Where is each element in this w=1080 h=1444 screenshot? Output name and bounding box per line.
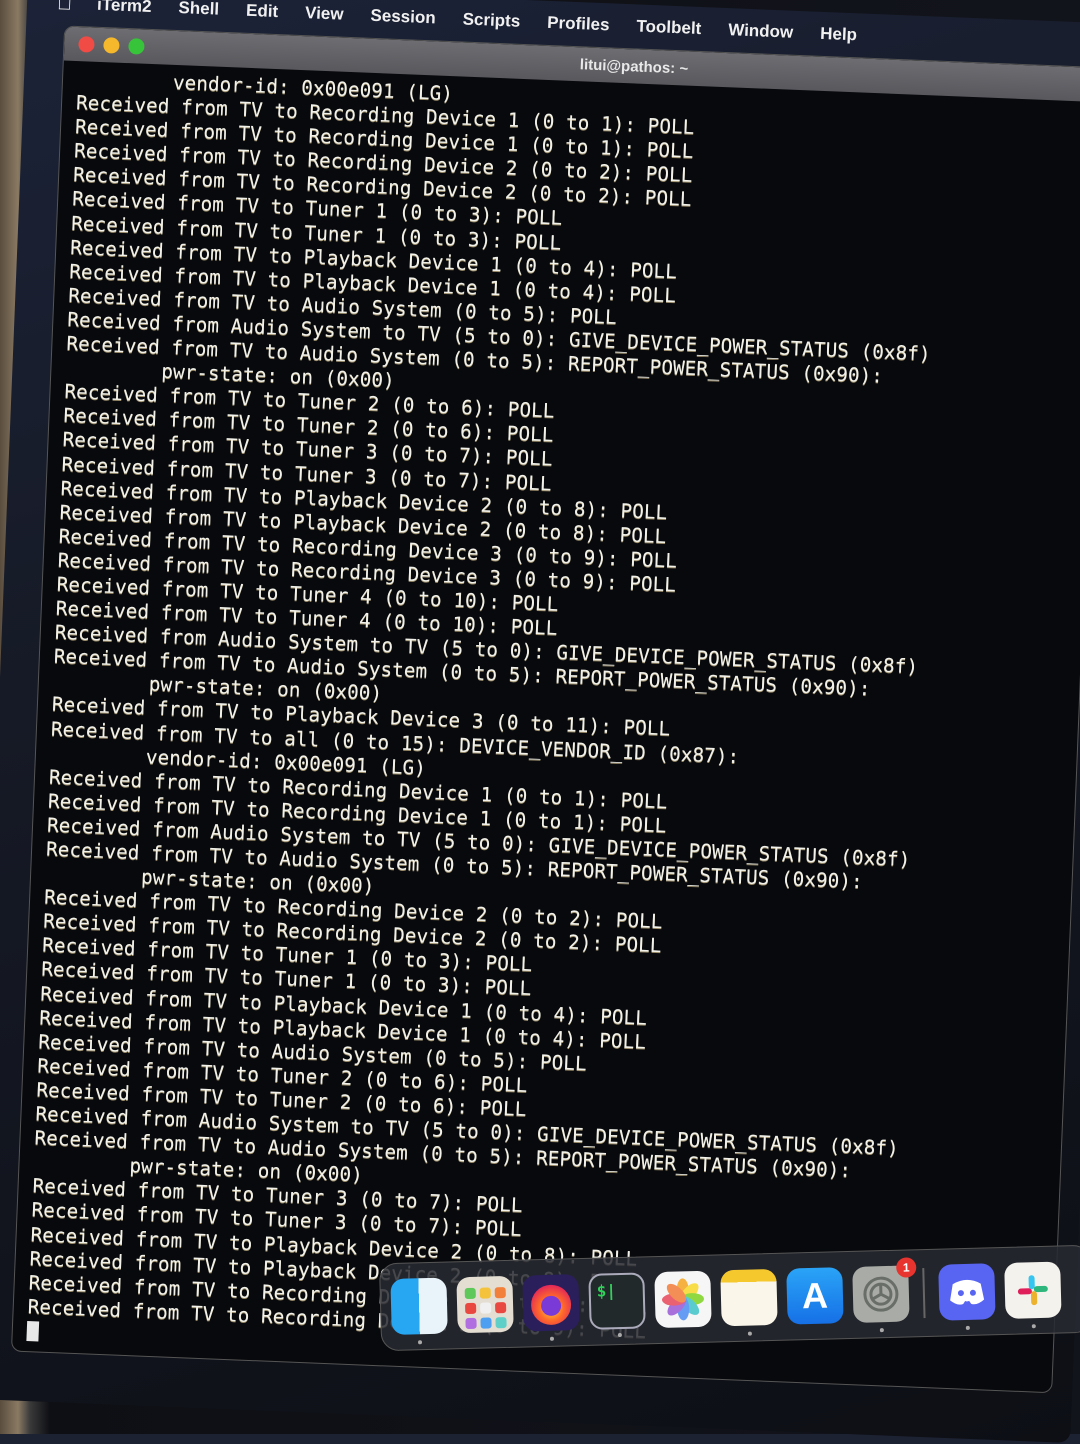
menu-item-edit[interactable]: Edit (246, 1, 279, 22)
menu-item-session[interactable]: Session (370, 6, 436, 29)
menu-item-app[interactable]: iTerm2 (97, 0, 152, 17)
dock-app-terminal[interactable]: $| (588, 1272, 645, 1329)
menu-item-scripts[interactable]: Scripts (462, 9, 520, 31)
terminal-cursor (26, 1321, 39, 1341)
slack-icon (1014, 1272, 1051, 1309)
dock-app-launchpad[interactable] (456, 1276, 513, 1333)
terminal-icon: $| (597, 1281, 617, 1300)
photos-icon (660, 1277, 705, 1322)
notification-badge: 1 (896, 1257, 917, 1278)
menu-item-profiles[interactable]: Profiles (547, 13, 610, 35)
apple-menu-icon[interactable]:  (57, 0, 80, 15)
menu-item-help[interactable]: Help (820, 24, 858, 45)
dock-app-app-store[interactable]: A (786, 1267, 843, 1324)
dock-app-discord[interactable] (938, 1263, 995, 1320)
discord-icon (949, 1277, 986, 1306)
dock-app-finder[interactable] (390, 1278, 447, 1335)
dock-app-notes[interactable] (720, 1269, 777, 1326)
firefox-icon (526, 1278, 575, 1327)
dock-app-photos[interactable] (654, 1271, 711, 1328)
dock: $| A (379, 1245, 1080, 1352)
app-store-icon: A (801, 1275, 828, 1318)
terminal-window: litui@pathos: ~ vendor-id: 0x00e091 (LG)… (11, 25, 1080, 1393)
dock-separator (922, 1268, 925, 1318)
system-settings-icon (860, 1274, 901, 1315)
dock-app-firefox[interactable] (522, 1274, 579, 1331)
laptop-screen:  iTerm2 Shell Edit View Session Scripts… (0, 0, 1080, 1443)
dock-app-slack[interactable] (1004, 1261, 1061, 1318)
menu-item-window[interactable]: Window (728, 20, 794, 43)
menu-item-toolbelt[interactable]: Toolbelt (636, 16, 702, 39)
dock-app-system-settings[interactable]: 1 (852, 1265, 909, 1322)
menu-item-view[interactable]: View (305, 3, 344, 25)
menu-item-shell[interactable]: Shell (178, 0, 219, 20)
terminal-output[interactable]: vendor-id: 0x00e091 (LG)Received from TV… (12, 61, 1080, 1385)
